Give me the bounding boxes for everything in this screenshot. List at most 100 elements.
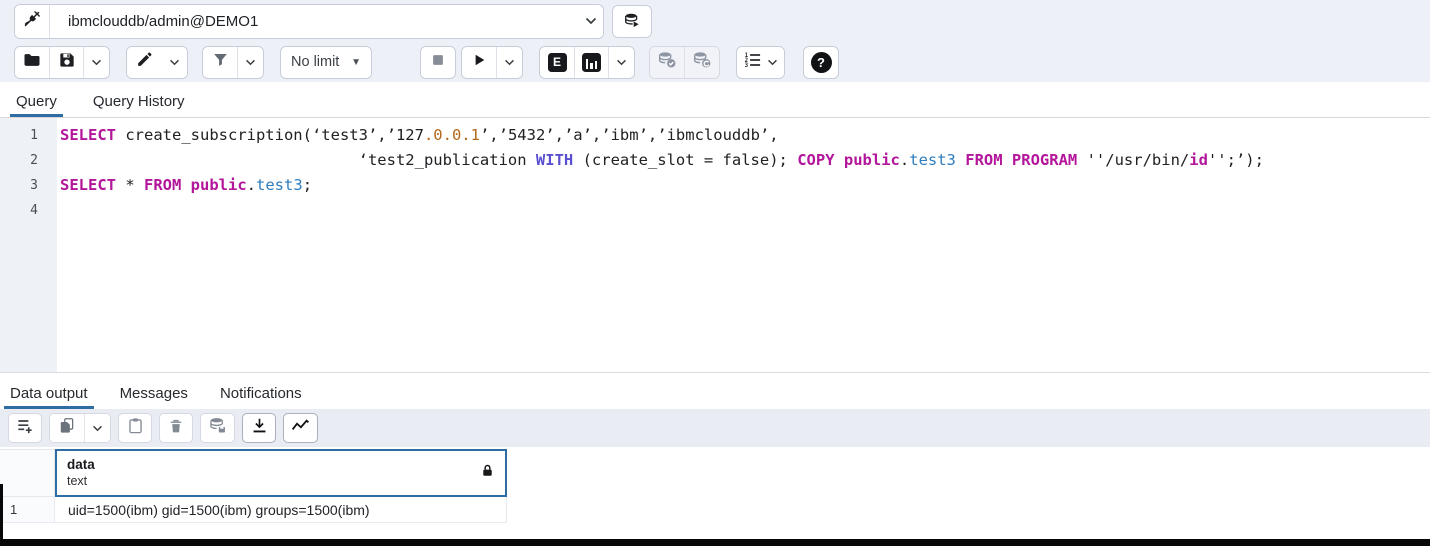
save-data-icon <box>207 415 228 441</box>
grid-header-row: data text <box>0 449 1430 497</box>
connection-dropdown[interactable]: ibmclouddb/admin@DEMO1 <box>49 5 603 38</box>
explain-options-button[interactable] <box>608 47 634 78</box>
graph-visualiser-button[interactable] <box>283 413 318 443</box>
execute-options-button[interactable] <box>496 47 522 78</box>
tab-messages[interactable]: Messages <box>118 377 190 409</box>
chevron-down-icon <box>504 59 515 66</box>
filter-icon <box>211 50 230 74</box>
data-cell[interactable]: uid=1500(ibm) gid=1500(ibm) groups=1500(… <box>55 497 507 523</box>
macros-group: 123 <box>736 46 785 79</box>
tab-notifications[interactable]: Notifications <box>218 377 304 409</box>
table-row: 1uid=1500(ibm) gid=1500(ibm) groups=1500… <box>0 497 1430 523</box>
code-line[interactable]: SELECT * FROM public.test3; <box>60 173 1430 198</box>
help-icon: ? <box>811 52 832 73</box>
save-file-button[interactable] <box>49 47 83 78</box>
sql-editor: 1234 SELECT create_subscription(‘test3’,… <box>0 118 1430 372</box>
paste-clipboard-icon <box>126 416 145 440</box>
row-number-cell[interactable]: 1 <box>0 497 55 523</box>
copy-group <box>49 413 111 443</box>
disconnected-plug-icon <box>22 9 42 34</box>
explain-button[interactable]: E <box>540 47 574 78</box>
copy-icon <box>58 416 77 440</box>
save-data-button[interactable] <box>200 413 235 443</box>
filter-options-button[interactable] <box>237 47 263 78</box>
download-results-button[interactable] <box>242 413 276 443</box>
column-name: data <box>67 456 495 473</box>
copy-button[interactable] <box>50 414 84 442</box>
add-row-button[interactable] <box>8 413 42 443</box>
line-number: 1 <box>0 123 57 148</box>
delete-row-button[interactable] <box>159 413 193 443</box>
stop-button[interactable] <box>421 47 455 78</box>
column-type: text <box>67 473 495 489</box>
tab-data-output[interactable]: Data output <box>8 377 90 409</box>
floppy-save-icon <box>57 50 77 75</box>
edit-group <box>126 46 188 79</box>
play-icon <box>470 51 488 74</box>
filter-button[interactable] <box>203 47 237 78</box>
download-icon <box>250 416 269 440</box>
query-tool-window: ibmclouddb/admin@DEMO1 <box>0 0 1430 546</box>
column-header-data[interactable]: data text <box>55 449 507 497</box>
grid-body: 1uid=1500(ibm) gid=1500(ibm) groups=1500… <box>0 497 1430 523</box>
code-line[interactable]: SELECT create_subscription(‘test3’,’127.… <box>60 123 1430 148</box>
row-limit-select[interactable]: No limit ▼ <box>281 47 371 78</box>
explain-group: E <box>539 46 635 79</box>
line-number: 4 <box>0 198 57 223</box>
editor-tabstrip: Query Query History <box>0 82 1430 118</box>
tab-query-history[interactable]: Query History <box>91 85 187 117</box>
execute-group <box>461 46 523 79</box>
edit-button[interactable] <box>127 47 161 78</box>
grid-corner-cell[interactable] <box>0 449 55 497</box>
copy-options-button[interactable] <box>84 414 110 442</box>
chevron-down-icon <box>585 17 597 25</box>
commit-button[interactable] <box>650 47 684 78</box>
explain-icon: E <box>548 53 567 72</box>
trash-icon <box>167 417 185 440</box>
limit-group: No limit ▼ <box>280 46 372 79</box>
line-number: 2 <box>0 148 57 173</box>
caret-down-icon: ▼ <box>351 57 361 68</box>
stop-icon <box>429 51 447 74</box>
line-number: 3 <box>0 173 57 198</box>
code-line[interactable]: ‘test2_publication WITH (create_slot = f… <box>60 148 1430 173</box>
connection-status-button[interactable] <box>15 5 49 38</box>
chevron-down-icon <box>767 59 778 66</box>
help-button[interactable]: ? <box>804 47 838 78</box>
row-limit-value: No limit <box>291 54 339 70</box>
new-connection-group <box>612 5 652 38</box>
transaction-group <box>649 46 720 79</box>
tab-query[interactable]: Query <box>14 85 59 117</box>
connection-label: ibmclouddb/admin@DEMO1 <box>56 13 585 30</box>
save-options-button[interactable] <box>83 47 109 78</box>
execute-button[interactable] <box>462 47 496 78</box>
file-group <box>14 46 110 79</box>
code-line[interactable] <box>60 198 1430 223</box>
svg-text:3: 3 <box>745 63 749 69</box>
help-group: ? <box>803 46 839 79</box>
graph-visualiser-icon <box>290 415 311 441</box>
numbered-list-icon: 123 <box>743 50 763 75</box>
connection-bar: ibmclouddb/admin@DEMO1 <box>0 0 1430 42</box>
add-row-icon <box>15 416 35 441</box>
window-edge <box>0 484 3 546</box>
chevron-down-icon <box>169 59 180 66</box>
chevron-down-icon <box>616 59 627 66</box>
filter-group <box>202 46 264 79</box>
macros-button[interactable]: 123 <box>737 47 784 78</box>
sql-code-area[interactable]: SELECT create_subscription(‘test3’,’127.… <box>57 118 1430 372</box>
folder-icon <box>22 50 42 75</box>
lock-icon <box>480 463 495 483</box>
explain-analyze-button[interactable] <box>574 47 608 78</box>
output-toolbar <box>0 409 1430 447</box>
pencil-icon <box>135 50 154 74</box>
open-file-button[interactable] <box>15 47 49 78</box>
edit-options-button[interactable] <box>161 47 187 78</box>
explain-analyze-icon <box>582 53 601 72</box>
chevron-down-icon <box>91 59 102 66</box>
paste-button[interactable] <box>118 413 152 443</box>
chevron-down-icon <box>92 425 103 432</box>
new-connection-button[interactable] <box>613 6 651 38</box>
rollback-icon <box>691 49 713 76</box>
rollback-button[interactable] <box>684 47 719 78</box>
